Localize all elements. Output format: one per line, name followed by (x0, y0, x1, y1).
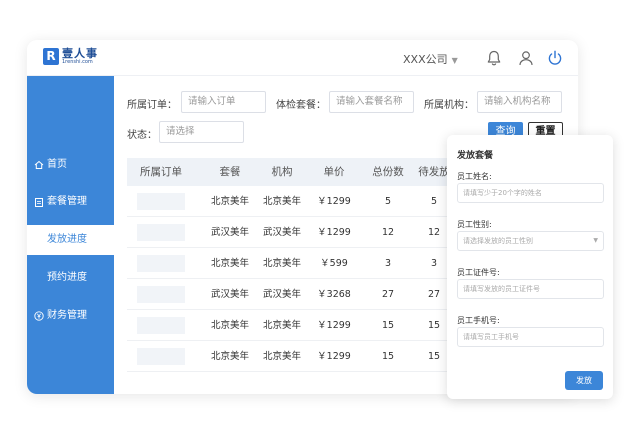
total-cell: 15 (381, 320, 395, 331)
user-icon[interactable] (517, 49, 535, 67)
company-name: XXX公司 (403, 53, 448, 66)
package-filter-label: 体检套餐： (276, 100, 326, 111)
order-cell (137, 224, 185, 241)
org-cell: 北京美年 (262, 351, 301, 362)
sidebar-item-label: 财务管理 (47, 310, 87, 321)
issue-button[interactable]: 发放 (565, 371, 603, 390)
employee-id-label: 员工证件号: (457, 268, 500, 277)
total-cell: 3 (384, 258, 392, 269)
column-header-order: 所属订单 (140, 166, 182, 178)
brand-name: 壹人事 (62, 47, 98, 60)
chevron-down-icon: ▼ (451, 56, 458, 65)
issue-package-panel: 发放套餐 员工姓名: 请填写少于20个字的姓名 员工性别: 请选择发放的员工性别… (447, 135, 613, 399)
sidebar: 首页 套餐管理 发放进度 预约进度 财务管理 (27, 76, 114, 394)
order-cell (137, 193, 185, 210)
employee-name-input[interactable]: 请填写少于20个字的姓名 (457, 183, 604, 203)
yen-icon (34, 311, 44, 321)
chevron-down-icon: ▼ (593, 237, 598, 244)
org-cell: 武汉美年 (262, 227, 301, 238)
employee-gender-select[interactable]: 请选择发放的员工性别 ▼ (457, 231, 604, 251)
order-filter-label: 所属订单： (127, 100, 177, 111)
brand-logo[interactable]: R 壹人事 1renshi.com (43, 48, 98, 65)
package-cell: 武汉美年 (210, 289, 249, 300)
price-cell: ￥1299 (317, 320, 351, 331)
brand-url: 1renshi.com (62, 59, 93, 65)
home-icon (34, 160, 44, 169)
order-cell (137, 286, 185, 303)
column-header-package: 套餐 (219, 166, 241, 178)
order-cell (137, 317, 185, 334)
total-cell: 27 (381, 289, 395, 300)
column-header-org: 机构 (271, 166, 293, 178)
order-cell (137, 348, 185, 365)
org-filter-label: 所属机构： (424, 100, 474, 111)
column-header-total: 总份数 (372, 166, 404, 178)
employee-id-input[interactable]: 请填写发放的员工证件号 (457, 279, 604, 299)
order-filter-input[interactable]: 请输入订单 (181, 91, 266, 113)
package-cell: 北京美年 (210, 196, 249, 207)
price-cell: ￥3268 (317, 289, 351, 300)
package-cell: 北京美年 (210, 351, 249, 362)
clipboard-icon (35, 198, 43, 207)
panel-title: 发放套餐 (457, 151, 494, 161)
price-cell: ￥599 (320, 258, 348, 269)
package-cell: 北京美年 (210, 258, 249, 269)
total-cell: 12 (381, 227, 395, 238)
total-cell: 15 (381, 351, 395, 362)
org-cell: 北京美年 (262, 258, 301, 269)
package-cell: 武汉美年 (210, 227, 249, 238)
employee-phone-input[interactable]: 请填写员工手机号 (457, 327, 604, 347)
employee-gender-label: 员工性别: (457, 220, 492, 229)
gender-placeholder: 请选择发放的员工性别 (463, 237, 533, 245)
org-cell: 北京美年 (262, 196, 301, 207)
sidebar-item-home[interactable]: 首页 (27, 150, 114, 180)
status-filter-select[interactable]: 请选择 (159, 121, 244, 143)
org-filter-input[interactable]: 请输入机构名称 (477, 91, 562, 113)
sidebar-item-issue-progress[interactable]: 发放进度 (27, 225, 114, 255)
sidebar-item-label: 首页 (47, 159, 67, 170)
price-cell: ￥1299 (317, 196, 351, 207)
top-bar: R 壹人事 1renshi.com XXX公司 ▼ (27, 40, 578, 76)
package-filter-input[interactable]: 请输入套餐名称 (329, 91, 414, 113)
employee-phone-label: 员工手机号: (457, 316, 500, 325)
org-cell: 北京美年 (262, 320, 301, 331)
employee-name-label: 员工姓名: (457, 172, 492, 181)
sidebar-item-package-management[interactable]: 套餐管理 (27, 187, 114, 217)
sidebar-item-label: 套餐管理 (47, 196, 87, 207)
status-filter-label: 状态： (127, 130, 157, 141)
order-cell (137, 255, 185, 272)
sidebar-item-finance[interactable]: 财务管理 (27, 301, 114, 331)
sidebar-item-booking-progress[interactable]: 预约进度 (27, 263, 114, 293)
company-selector[interactable]: XXX公司 ▼ (403, 51, 458, 67)
power-icon[interactable] (546, 49, 564, 67)
logo-mark-icon: R (43, 48, 59, 65)
sidebar-item-label: 发放进度 (47, 234, 87, 245)
package-cell: 北京美年 (210, 320, 249, 331)
sidebar-item-label: 预约进度 (47, 272, 87, 283)
column-header-price: 单价 (323, 166, 345, 178)
org-cell: 武汉美年 (262, 289, 301, 300)
price-cell: ￥1299 (317, 227, 351, 238)
price-cell: ￥1299 (317, 351, 351, 362)
bell-icon[interactable] (485, 49, 503, 67)
total-cell: 5 (384, 196, 392, 207)
